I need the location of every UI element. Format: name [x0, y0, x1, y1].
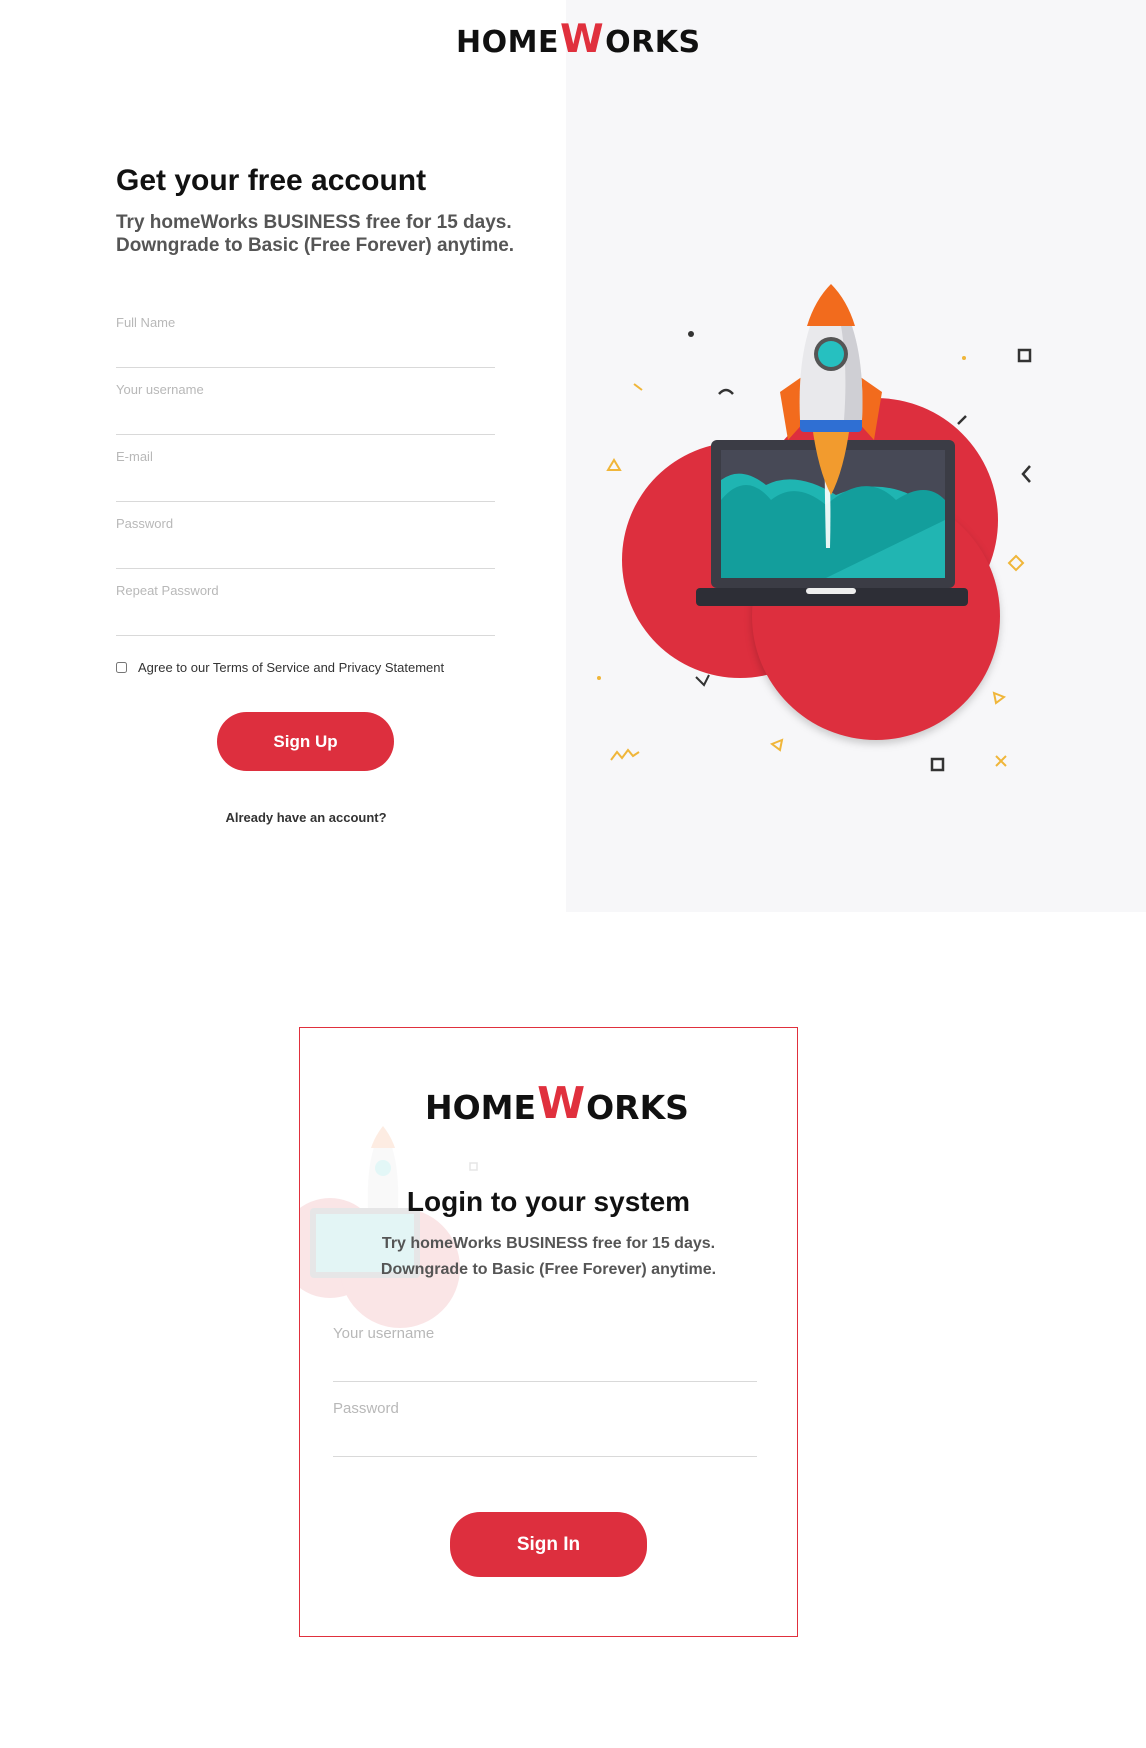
already-have-account-link[interactable]: Already have an account?	[0, 810, 612, 825]
login-subtitle: Try homeWorks BUSINESS free for 15 days.…	[380, 1235, 717, 1278]
login-password-input[interactable]	[333, 1400, 757, 1417]
email-field	[116, 435, 495, 502]
email-input[interactable]	[116, 449, 495, 464]
repeat-password-input[interactable]	[116, 583, 495, 598]
repeat-password-field	[116, 569, 495, 636]
full-name-input[interactable]	[116, 315, 495, 330]
username-field	[116, 368, 495, 435]
login-username-input[interactable]	[333, 1325, 757, 1342]
terms-label: Agree to our Terms of Service and Privac…	[138, 660, 445, 675]
signup-title: Get your free account	[116, 164, 427, 197]
login-password-field	[333, 1382, 757, 1457]
password-field	[116, 502, 495, 569]
terms-checkbox[interactable]	[116, 662, 127, 673]
terms-agreement[interactable]: Agree to our Terms of Service and Privac…	[116, 660, 444, 675]
homeworks-logo: HOME W ORKS	[456, 16, 701, 62]
homeworks-logo: HOME W ORKS	[425, 1079, 689, 1129]
sign-up-button[interactable]: Sign Up	[217, 712, 394, 771]
signup-subtitle: Try homeWorks BUSINESS free for 15 days.…	[116, 212, 515, 256]
full-name-field	[116, 301, 495, 368]
rocket-launch-illustration	[597, 284, 1032, 772]
login-title: Login to your system	[406, 1186, 691, 1217]
sign-in-button[interactable]: Sign In	[450, 1512, 647, 1577]
illustration-panel	[566, 0, 1146, 912]
login-card: HOME W ORKS Login to your system Try homeW…	[299, 1027, 798, 1637]
username-input[interactable]	[116, 382, 495, 397]
login-username-field	[333, 1307, 757, 1382]
password-input[interactable]	[116, 516, 495, 531]
